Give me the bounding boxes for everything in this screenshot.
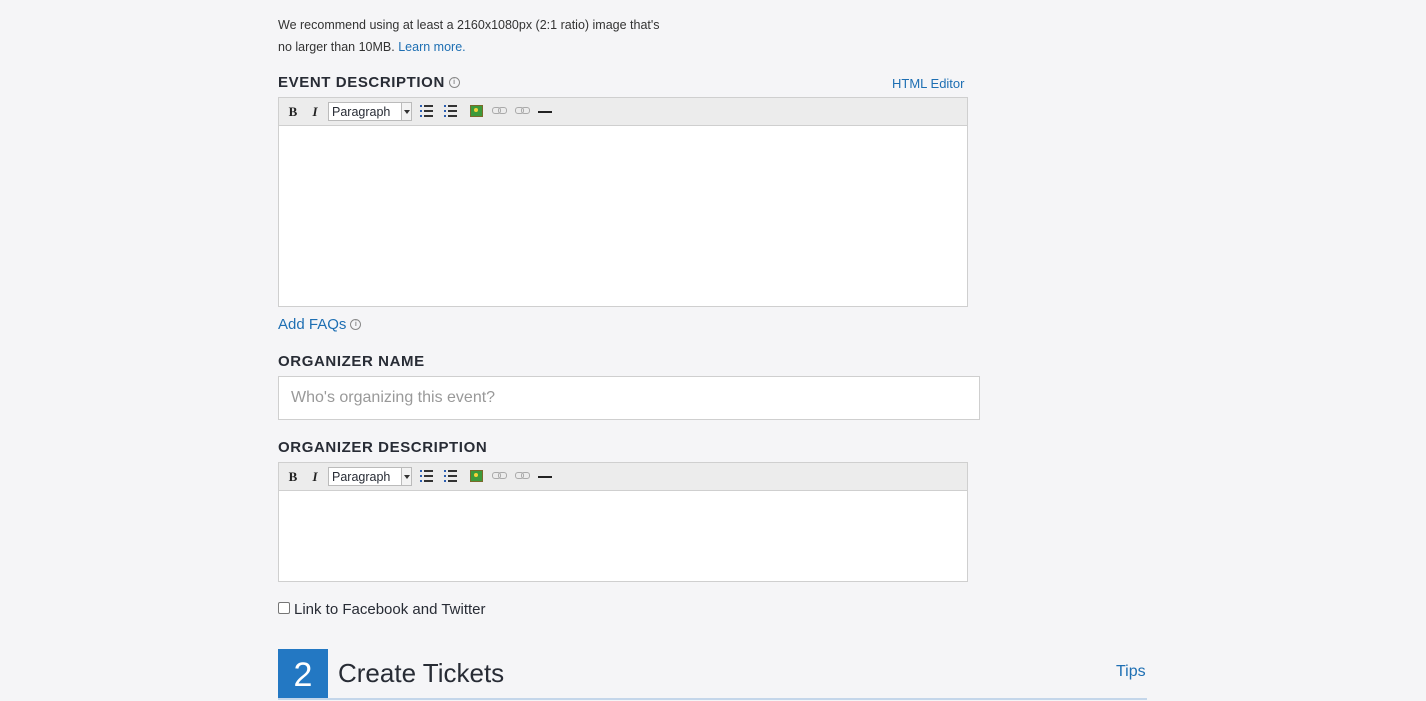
format-select[interactable]: Paragraph (328, 467, 412, 486)
html-editor-link[interactable]: HTML Editor (892, 76, 964, 91)
organizer-name-label: ORGANIZER NAME (278, 353, 425, 370)
format-select[interactable]: Paragraph (328, 102, 412, 121)
dropdown-arrow-icon[interactable] (401, 103, 411, 120)
event-description-content[interactable] (279, 126, 967, 306)
numbered-list-icon[interactable] (444, 470, 457, 483)
event-description-label: EVENT DESCRIPTION i (278, 74, 460, 91)
organizer-description-label: ORGANIZER DESCRIPTION (278, 439, 488, 456)
section-title: Create Tickets (338, 658, 505, 688)
event-description-toolbar: B I Paragraph (279, 98, 967, 126)
info-icon[interactable]: i (350, 318, 362, 330)
event-description-editor: B I Paragraph (278, 97, 968, 307)
organizer-description-content[interactable] (279, 491, 967, 581)
add-faqs-row: Add FAQs i (278, 316, 362, 333)
learn-more-link[interactable]: Learn more. (398, 40, 465, 54)
tips-link[interactable]: Tips (1116, 663, 1146, 681)
numbered-list-icon[interactable] (444, 105, 457, 118)
image-recommendation-text: We recommend using at least a 2160x1080p… (278, 14, 708, 58)
format-select-value: Paragraph (332, 105, 391, 119)
italic-icon[interactable]: I (306, 468, 324, 486)
format-select-value: Paragraph (332, 470, 391, 484)
organizer-description-toolbar: B I Paragraph (279, 463, 967, 491)
bullet-list-icon[interactable] (420, 105, 433, 118)
bold-icon[interactable]: B (284, 103, 302, 121)
link-icon[interactable] (492, 107, 507, 114)
horizontal-rule-icon[interactable] (538, 111, 552, 113)
image-hint-line2: no larger than 10MB. (278, 40, 395, 54)
facebook-twitter-checkbox[interactable] (278, 602, 290, 614)
organizer-name-input[interactable]: Who's organizing this event? (278, 376, 980, 420)
add-faqs-link[interactable]: Add FAQs (278, 316, 346, 333)
bullet-list-icon[interactable] (420, 470, 433, 483)
image-icon[interactable] (470, 470, 483, 482)
organizer-name-placeholder: Who's organizing this event? (291, 389, 496, 406)
dropdown-arrow-icon[interactable] (401, 468, 411, 485)
organizer-description-editor: B I Paragraph (278, 462, 968, 582)
bold-icon[interactable]: B (284, 468, 302, 486)
image-hint-line1: We recommend using at least a 2160x1080p… (278, 18, 660, 32)
event-description-label-text: EVENT DESCRIPTION (278, 74, 445, 91)
section-number-badge: 2 (278, 649, 328, 700)
unlink-icon[interactable] (515, 107, 530, 114)
image-icon[interactable] (470, 105, 483, 117)
horizontal-rule-icon[interactable] (538, 476, 552, 478)
unlink-icon[interactable] (515, 472, 530, 479)
info-icon[interactable]: i (448, 76, 460, 88)
facebook-twitter-label[interactable]: Link to Facebook and Twitter (294, 601, 486, 618)
link-icon[interactable] (492, 472, 507, 479)
italic-icon[interactable]: I (306, 103, 324, 121)
